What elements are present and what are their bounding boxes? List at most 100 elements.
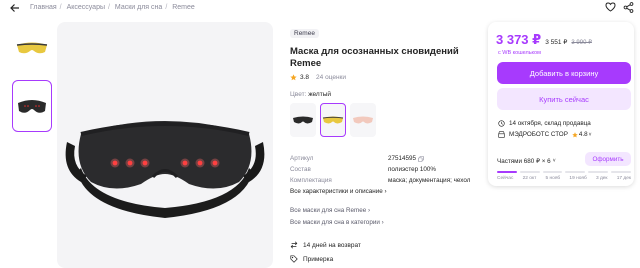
reviews-count[interactable]: 24 оценки [316, 74, 346, 81]
return-policy[interactable]: 14 дней на возврат [290, 239, 480, 251]
black-mask-image [18, 100, 46, 113]
breadcrumb-item[interactable]: Маски для сна [115, 4, 162, 11]
back-arrow-icon[interactable] [8, 1, 22, 15]
product-main-image[interactable] [57, 22, 273, 268]
installment-date: 22 окт [522, 176, 537, 181]
installment-segment [588, 171, 609, 173]
seller-info[interactable]: МЭДРОБОТС СТОР 4.8 ˅ [498, 131, 592, 138]
spec-key: Комплектация [290, 177, 332, 184]
fitting-option[interactable]: Примерка [290, 253, 480, 265]
installment-progress [497, 171, 631, 173]
breadcrumb-item[interactable]: Remee [172, 4, 195, 11]
rating-value: 3.8 [300, 74, 310, 81]
spec-row: Состав полиэстер 100% [290, 164, 480, 175]
specs-table: Артикул 27514595 Состав полиэстер 100% К… [290, 153, 480, 195]
all-specs-link[interactable]: Все характеристики и описание › [290, 188, 480, 195]
installment-button[interactable]: Оформить [585, 152, 631, 166]
installment-date: 17 дек [616, 176, 631, 181]
pink-mask-image [353, 116, 373, 124]
spec-key: Состав [290, 166, 311, 173]
star-icon [572, 131, 578, 137]
spec-value: полиэстер 100% [388, 166, 436, 173]
price-row: 3 373 ₽ 3 551 ₽ 3 990 ₽ [496, 32, 592, 48]
yellow-mask-image [322, 116, 344, 124]
clock-icon [498, 120, 505, 127]
article-number: 27514595 [388, 155, 417, 162]
delivery-info: 14 октября, склад продавца [498, 120, 591, 127]
all-specs-label: Все характеристики и описание [290, 188, 383, 195]
color-label-key: Цвет: [290, 91, 307, 98]
installment-date: 19 нояб [569, 176, 587, 181]
spec-row: Комплектация маска; документация; чехол [290, 175, 480, 186]
category-link-label: Все маски для сна в категории [290, 219, 380, 226]
rating-row[interactable]: 3.8 24 оценки [290, 74, 480, 81]
installment-segment [611, 171, 631, 173]
breadcrumb-separator: / [59, 4, 62, 11]
installment-dates: Сейчас 22 окт 5 нояб 19 нояб 3 дек 17 де… [497, 176, 631, 181]
installment-date: 5 нояб [545, 176, 561, 181]
shop-icon [498, 131, 505, 138]
product-title: Маска для осознанных сновидений Remee [290, 46, 459, 69]
chevron-right-icon: › [381, 219, 384, 226]
installment-segment [542, 171, 563, 173]
delivery-text: 14 октября, склад продавца [509, 120, 591, 127]
chevron-down-icon[interactable]: ˅ [553, 158, 556, 164]
installment-row: Частями 680 ₽ × 6 ˅ Оформить [497, 152, 631, 170]
category-link[interactable]: Все маски для сна в категории › [290, 219, 480, 231]
yellow-mask-image [16, 42, 48, 54]
thumbnail-black[interactable] [12, 80, 52, 132]
swatch-yellow[interactable] [320, 103, 346, 137]
color-swatches [290, 103, 480, 137]
copy-icon[interactable] [418, 155, 424, 162]
installment-date: Сейчас [497, 176, 514, 181]
wallet-note[interactable]: с WB кошельком [498, 50, 541, 56]
share-icon[interactable] [622, 1, 634, 13]
brand-link[interactable]: Все маски для сна Remee › [290, 207, 480, 219]
chevron-down-icon: ˅ [588, 131, 592, 138]
top-bar: Главная / Аксессуары / Маски для сна / Reme… [0, 0, 640, 16]
installment-date: 3 дек [595, 176, 608, 181]
product-info: Remee Маска для осознанных сновидений Re… [290, 22, 480, 265]
breadcrumb-item[interactable]: Аксессуары [67, 4, 105, 11]
star-icon [290, 74, 297, 81]
installment-segment [519, 171, 540, 173]
original-price: 3 990 ₽ [571, 40, 592, 46]
return-label: 14 дней на возврат [303, 241, 361, 249]
installment-segment [497, 171, 517, 173]
color-label-value: желтый [308, 91, 332, 98]
swatch-pink[interactable] [350, 103, 376, 137]
spec-value: 27514595 [388, 155, 424, 162]
swatch-black[interactable] [290, 103, 316, 137]
breadcrumb-separator: / [165, 4, 168, 11]
breadcrumb: Главная / Аксессуары / Маски для сна / Reme… [30, 4, 198, 11]
current-price: 3 373 ₽ [496, 32, 542, 47]
return-icon [290, 241, 298, 249]
thumbnail-yellow[interactable] [12, 22, 52, 74]
spec-row: Артикул 27514595 [290, 153, 480, 164]
spec-value: маска; документация; чехол [388, 177, 471, 184]
seller-rating-value: 4.8 [578, 131, 588, 138]
seller-rating: 4.8 ˅ [572, 131, 592, 138]
spec-key: Артикул [290, 155, 314, 162]
installment-segment [565, 171, 586, 173]
fitting-label: Примерка [303, 255, 334, 263]
brand-link-label: Все маски для сна Remee [290, 207, 367, 214]
installment-label: Частями 680 ₽ × 6 [497, 157, 551, 165]
buy-now-button[interactable]: Купить сейчас [497, 88, 631, 110]
price-card: 3 373 ₽ 3 551 ₽ 3 990 ₽ с WB кошельком Д… [488, 22, 634, 186]
brand-badge[interactable]: Remee [290, 29, 319, 38]
heart-icon[interactable] [604, 1, 616, 13]
tag-icon [290, 255, 298, 263]
black-mask-image [293, 116, 313, 124]
breadcrumb-item[interactable]: Главная [30, 4, 57, 11]
category-links: Все маски для сна Remee › Все маски для … [290, 207, 480, 231]
seller-name: МЭДРОБОТС СТОР [509, 131, 568, 138]
breadcrumb-separator: / [108, 4, 110, 11]
sleep-mask-image [65, 121, 265, 218]
chevron-right-icon: › [384, 188, 387, 195]
chevron-right-icon: › [368, 207, 371, 214]
price-without-wallet: 3 551 ₽ [545, 39, 568, 46]
top-actions [604, 1, 634, 13]
add-to-cart-button[interactable]: Добавить в корзину [497, 62, 631, 84]
color-label: Цвет: желтый [290, 91, 480, 98]
